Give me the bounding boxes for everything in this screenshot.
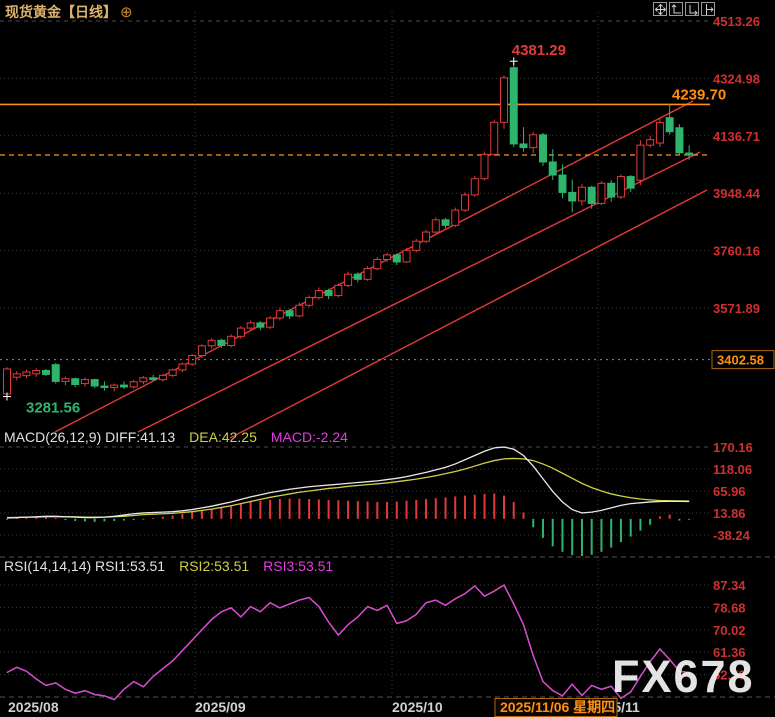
scale-x-axis-icon[interactable] xyxy=(685,2,699,16)
macd-legend: MACD(26,12,9) DIFF:41.13 DEA:42.25 MACD:-2… xyxy=(4,429,362,445)
svg-text:2025/10: 2025/10 xyxy=(392,699,443,715)
svg-text:3402.58: 3402.58 xyxy=(717,353,764,368)
svg-text:2025/08: 2025/08 xyxy=(8,699,59,715)
svg-text:65.96: 65.96 xyxy=(713,484,746,499)
instrument-title: 现货黄金【日线】⊕ xyxy=(5,2,133,22)
macd-main-label: MACD(26,12,9) DIFF:41.13 xyxy=(4,429,175,445)
svg-text:78.68: 78.68 xyxy=(713,600,746,615)
macd-macd-label: MACD:-2.24 xyxy=(271,429,348,445)
svg-text:4136.71: 4136.71 xyxy=(713,129,760,144)
rsi3-label: RSI3:53.51 xyxy=(263,558,333,574)
svg-text:87.34: 87.34 xyxy=(713,578,746,593)
pin-right-axis-icon[interactable] xyxy=(701,2,715,16)
macd-dea-label: DEA:42.25 xyxy=(189,429,257,445)
svg-text:3571.89: 3571.89 xyxy=(713,301,760,316)
svg-text:4324.98: 4324.98 xyxy=(713,71,760,86)
instrument-title-text: 现货黄金【日线】 xyxy=(5,4,117,20)
rsi-legend: RSI(14,14,14) RSI1:53.51 RSI2:53.51 RSI3:5… xyxy=(4,558,347,574)
svg-text:13.86: 13.86 xyxy=(713,506,746,521)
svg-text:2025/09: 2025/09 xyxy=(195,699,246,715)
svg-text:118.06: 118.06 xyxy=(713,462,752,477)
chart-toolbar xyxy=(653,2,715,16)
trading-chart-window: { "header": { "title": "现货黄金【日线】", "add_… xyxy=(0,0,775,717)
rsi2-label: RSI2:53.51 xyxy=(179,558,249,574)
rsi-main-label: RSI(14,14,14) RSI1:53.51 xyxy=(4,558,165,574)
svg-text:4239.70: 4239.70 xyxy=(672,86,726,103)
svg-text:3948.44: 3948.44 xyxy=(713,186,761,201)
svg-text:3281.56: 3281.56 xyxy=(26,400,80,417)
svg-text:170.16: 170.16 xyxy=(713,440,753,455)
price-chart-canvas[interactable]: 4513.26 4324.98 4136.71 3948.44 3760.16 3571.… xyxy=(0,0,775,717)
svg-text:-38.24: -38.24 xyxy=(713,528,751,543)
scale-y-axis-icon[interactable] xyxy=(669,2,683,16)
svg-text:2025/11/06 星期四: 2025/11/06 星期四 xyxy=(500,699,615,715)
move-tool-icon[interactable] xyxy=(653,2,667,16)
add-indicator-icon[interactable]: ⊕ xyxy=(120,4,133,21)
svg-text:3760.16: 3760.16 xyxy=(713,244,760,259)
svg-text:4513.26: 4513.26 xyxy=(713,14,760,29)
svg-text:4381.29: 4381.29 xyxy=(512,42,566,59)
fx678-watermark: FX678 xyxy=(612,651,755,703)
svg-text:70.02: 70.02 xyxy=(713,623,746,638)
